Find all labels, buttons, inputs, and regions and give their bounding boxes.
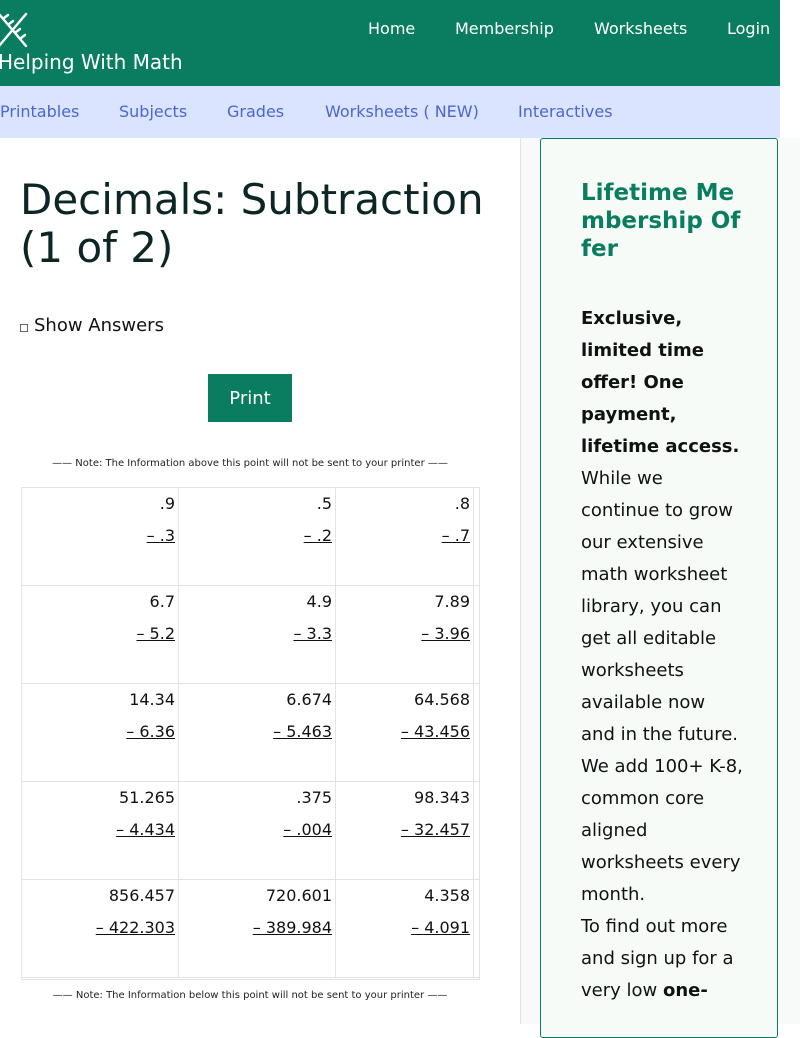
promo-cta: To find out more and sign up for a very … [581, 911, 743, 1007]
problem-cell: 6.674 – 5.463 [179, 684, 336, 782]
subtrahend: – 5.2 [136, 624, 175, 643]
subtrahend: – 43.456 [400, 722, 470, 741]
problem-cell: 856.457 – 422.303 [22, 880, 179, 978]
subnav-printables[interactable]: Printables [0, 102, 79, 121]
nav-home[interactable]: Home [368, 19, 415, 38]
subtrahend: – 4.434 [116, 820, 175, 839]
subtrahend: – 3.96 [421, 624, 470, 643]
subtrahend: – 389.984 [252, 918, 332, 937]
nav-login[interactable]: Login [727, 19, 770, 38]
site-header: Helping With Math Home Membership Worksh… [0, 0, 780, 86]
minuend: 6.674 [286, 690, 332, 709]
nav-membership[interactable]: Membership [455, 19, 554, 38]
promo-body: Exclusive, limited time offer! One payme… [581, 303, 743, 1007]
minuend: 64.568 [414, 690, 470, 709]
minuend: .375 [296, 788, 332, 807]
subtrahend: – .004 [283, 820, 332, 839]
minuend: 14.34 [129, 690, 175, 709]
promo-title[interactable]: Lifetime Membership Offer [581, 179, 741, 263]
minuend: 4.358 [424, 886, 470, 905]
worksheet-grid: .9 – .3 .5 – .2 .8 – .7 6.7 – 5.2 4.9 – … [21, 487, 480, 980]
subtrahend: – .7 [441, 526, 470, 545]
worksheet-row: 6.7 – 5.2 4.9 – 3.3 7.89 – 3.96 [22, 586, 479, 684]
worksheet-row: .9 – .3 .5 – .2 .8 – .7 [22, 488, 479, 586]
worksheet-row: 856.457 – 422.303 720.601 – 389.984 4.35… [22, 880, 479, 978]
minuend: .9 [159, 494, 175, 513]
problem-cell: 7.89 – 3.96 [336, 586, 474, 684]
subtrahend: – .2 [303, 526, 332, 545]
show-answers-checkbox[interactable] [20, 324, 28, 332]
minuend: 7.89 [434, 592, 470, 611]
show-answers-label[interactable]: Show Answers [34, 315, 164, 336]
subnav-grades[interactable]: Grades [227, 102, 284, 121]
minuend: 720.601 [265, 886, 332, 905]
problem-cell: 14.34 – 6.36 [22, 684, 179, 782]
minuend: 856.457 [108, 886, 175, 905]
problem-cell: .8 – .7 [336, 488, 474, 586]
sidebar-divider [520, 138, 521, 1024]
subnav-subjects[interactable]: Subjects [119, 102, 187, 121]
problem-cell: 4.358 – 4.091 [336, 880, 474, 978]
problem-cell: 6.7 – 5.2 [22, 586, 179, 684]
site-name[interactable]: Helping With Math [0, 50, 183, 74]
minuend: 98.343 [414, 788, 470, 807]
worksheet-row: 14.34 – 6.36 6.674 – 5.463 64.568 – 43.4… [22, 684, 479, 782]
membership-promo-card: Lifetime Membership Offer Exclusive, lim… [540, 138, 778, 1038]
minuend: .5 [316, 494, 332, 513]
promo-cta-strong: one- [662, 980, 708, 1001]
printer-note-top: —— Note: The Information above this poin… [52, 458, 448, 469]
subnav-interactives[interactable]: Interactives [518, 102, 613, 121]
problem-cell: .5 – .2 [179, 488, 336, 586]
page-title: Decimals: Subtraction (1 of 2) [20, 175, 484, 272]
minuend: 6.7 [149, 592, 175, 611]
right-strip [780, 0, 800, 138]
subtrahend: – 5.463 [273, 722, 332, 741]
problem-cell: 4.9 – 3.3 [179, 586, 336, 684]
problem-cell: 51.265 – 4.434 [22, 782, 179, 880]
promo-cta-text: To find out more and sign up for a very … [581, 916, 734, 1001]
problem-cell: .9 – .3 [22, 488, 179, 586]
minuend: 51.265 [119, 788, 175, 807]
printer-note-bottom: —— Note: The Information below this poin… [52, 990, 448, 1001]
minuend: .8 [454, 494, 470, 513]
promo-description: While we continue to grow our extensive … [581, 468, 743, 905]
problem-cell: 720.601 – 389.984 [179, 880, 336, 978]
problem-cell: .375 – .004 [179, 782, 336, 880]
problem-cell: 64.568 – 43.456 [336, 684, 474, 782]
nav-worksheets[interactable]: Worksheets [594, 19, 687, 38]
subtrahend: – 4.091 [411, 918, 470, 937]
subnav-worksheets-new[interactable]: Worksheets ( NEW) [325, 102, 479, 121]
subtrahend: – 422.303 [95, 918, 175, 937]
minuend: 4.9 [306, 592, 332, 611]
subtrahend: – 6.36 [126, 722, 175, 741]
subtrahend: – 32.457 [400, 820, 470, 839]
subtrahend: – 3.3 [293, 624, 332, 643]
problem-cell: 98.343 – 32.457 [336, 782, 474, 880]
print-button[interactable]: Print [208, 374, 292, 422]
main-nav: Home Membership Worksheets Login [0, 19, 780, 41]
worksheet-row: 51.265 – 4.434 .375 – .004 98.343 – 32.4… [22, 782, 479, 880]
category-nav: Printables Subjects Grades Worksheets ( … [0, 86, 780, 138]
subtrahend: – .3 [146, 526, 175, 545]
promo-highlight: Exclusive, limited time offer! One payme… [581, 308, 740, 457]
